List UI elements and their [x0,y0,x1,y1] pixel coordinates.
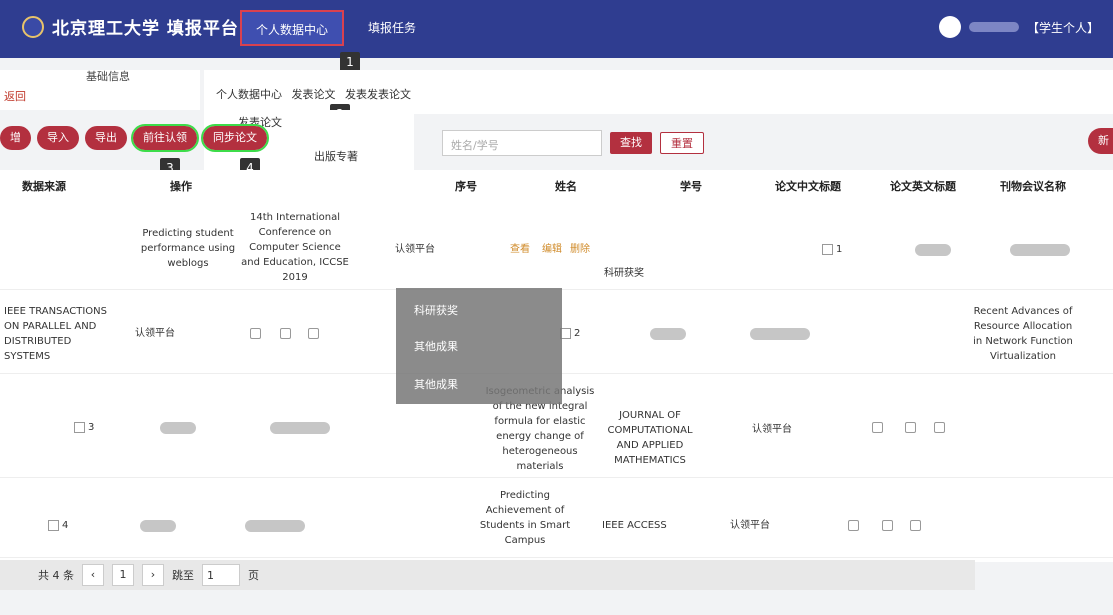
delete-link[interactable]: 删除 [570,242,590,257]
name-redacted [160,422,196,434]
user-menu[interactable]: 【学生个人】 [938,16,1099,38]
tab-tasks[interactable]: 填报任务 [354,10,430,46]
row-no-cell: 1 [822,242,842,257]
row-journal: IEEE ACCESS [602,520,667,531]
user-name-redacted [968,22,1019,32]
export-button[interactable]: 导出 [85,126,127,150]
name-redacted [140,520,176,532]
tab-data-center[interactable]: 个人数据中心 [240,10,345,46]
row-en-title: Predicting Achievement of Students in Sm… [479,490,571,546]
logo: 北京理工大学 填报平台 [22,14,239,39]
step-badge-1: 1 [340,52,360,72]
delete-icon[interactable] [934,422,945,433]
row-journal: JOURNAL OF COMPUTATIONAL AND APPLIED MAT… [607,410,693,466]
view-icon[interactable] [250,328,261,339]
row-journal: IEEE TRANSACTIONS ON PARALLEL AND DISTRI… [4,306,107,362]
breadcrumb-item[interactable]: 个人数据中心 [216,88,282,101]
row-en-title: Recent Advances of Resource Allocation i… [973,306,1073,362]
sync-icon[interactable] [905,422,916,433]
pagination: 共 4 条 ‹ 1 › 跳至 1 页 [0,560,975,590]
popup-item[interactable]: 其他成果 [414,376,458,392]
row-no-cell: 4 [48,518,68,533]
view-icon[interactable] [872,422,883,433]
id-redacted [245,520,305,532]
col-source: 数据来源 [22,180,66,193]
edit-link[interactable]: 编辑 [542,242,562,257]
id-redacted [270,422,330,434]
row-source: 认领平台 [752,424,792,435]
table-header: 序号 姓名 学号 论文中文标题 论文英文标题 刊物会议名称 数据来源 操作 [0,178,1113,196]
goto-input[interactable]: 1 [202,564,240,586]
row-no: 1 [836,244,843,255]
tree-item-books[interactable]: 出版专著 [314,148,358,164]
top-bar: 北京理工大学 填报平台 个人数据中心 填报任务 【学生个人】 [0,0,1113,58]
sync-icon[interactable] [882,520,893,531]
sync-icon[interactable] [280,328,291,339]
col-student-id: 学号 [680,180,702,193]
row-source: 认领平台 [395,244,435,255]
id-redacted [750,328,810,340]
add-button[interactable]: 增 [0,126,31,150]
side-menu: 基础信息 [64,66,196,88]
view-link[interactable]: 查看 [510,242,530,257]
row-no-cell: 3 [74,420,94,435]
id-redacted [1010,244,1070,256]
breadcrumb-item: 发表发表论文 [345,88,411,101]
category-popup: 科研获奖 其他成果 其他成果 [396,288,562,404]
search-input[interactable]: 姓名/学号 [442,130,602,156]
logo-text: 北京理工大学 填报平台 [52,19,239,39]
row-checkbox[interactable] [74,421,85,433]
popup-item[interactable]: 其他成果 [414,338,458,354]
row-checkbox[interactable] [48,519,59,531]
row-source: 认领平台 [135,328,175,339]
table-row: Predicting student performance using web… [0,206,1113,290]
row-no: 4 [62,520,69,531]
col-cn-title: 论文中文标题 [775,180,841,193]
col-no: 序号 [455,180,477,193]
row-source: 认领平台 [730,520,770,531]
row-no: 2 [574,328,581,339]
prev-page-button[interactable]: ‹ [82,564,104,586]
col-en-title: 论文英文标题 [890,180,956,193]
page-unit: 页 [248,569,259,582]
row-no-cell: 2 [560,326,580,341]
reset-button[interactable]: 重置 [660,132,704,154]
back-link[interactable]: 返回 [4,88,26,104]
new-button[interactable]: 新 [1088,128,1113,154]
name-redacted [650,328,686,340]
side-item-basic-info[interactable]: 基础信息 [64,66,196,88]
user-role: 【学生个人】 [1026,20,1099,35]
col-ops: 操作 [170,180,192,193]
row-checkbox[interactable] [822,243,833,255]
col-journal: 刊物会议名称 [1000,180,1066,193]
tree-item-awards[interactable]: 科研获奖 [604,266,644,281]
next-page-button[interactable]: › [142,564,164,586]
page-1-button[interactable]: 1 [112,564,134,586]
row-en-title: Predicting student performance using web… [140,228,236,269]
row-no: 3 [88,422,95,433]
goto-label: 跳至 [172,569,194,582]
avatar [938,16,961,38]
toolbar: 增 导入 导出 前往认领 同步论文 [0,124,269,152]
row-journal: 14th International Conference on Compute… [241,212,349,283]
total-count: 共 4 条 [38,569,74,582]
import-button[interactable]: 导入 [37,126,79,150]
popup-item[interactable]: 科研获奖 [414,302,458,318]
view-icon[interactable] [848,520,859,531]
delete-icon[interactable] [308,328,319,339]
breadcrumb-item[interactable]: 发表论文 [292,88,336,101]
table-row: 4 Predicting Achievement of Students in … [0,478,1113,558]
name-redacted [915,244,951,256]
sync-papers-button[interactable]: 同步论文 [201,124,269,152]
find-button[interactable]: 查找 [610,132,652,154]
claim-button[interactable]: 前往认领 [131,124,199,152]
delete-icon[interactable] [910,520,921,531]
col-name: 姓名 [555,180,577,193]
logo-icon [22,15,44,38]
